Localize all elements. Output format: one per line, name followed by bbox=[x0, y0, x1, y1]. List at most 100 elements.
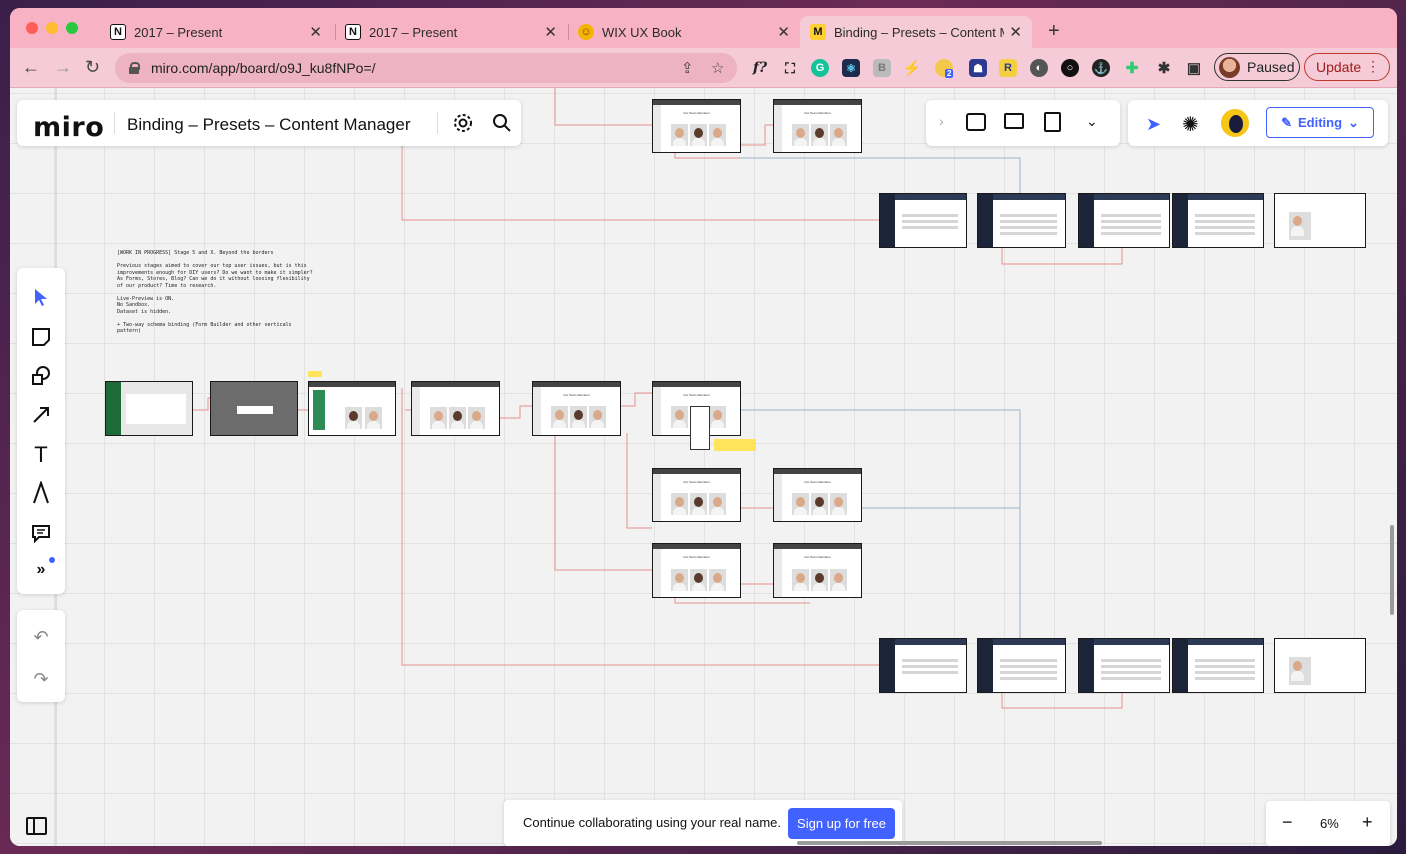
user-avatar[interactable] bbox=[1221, 109, 1249, 137]
add-user-extension-icon[interactable]: ✚ bbox=[1123, 59, 1141, 77]
dashboard-frame[interactable] bbox=[977, 638, 1066, 693]
zoom-in-button[interactable]: + bbox=[1362, 812, 1373, 833]
notes-icon[interactable] bbox=[1044, 112, 1061, 132]
sticky-note-tool[interactable] bbox=[17, 322, 65, 352]
zoom-level[interactable]: 6% bbox=[1320, 816, 1339, 831]
profile-frame[interactable] bbox=[1274, 638, 1366, 693]
board-frame[interactable] bbox=[210, 381, 298, 436]
search-icon[interactable] bbox=[491, 112, 513, 134]
formula-extension-icon[interactable]: f? bbox=[751, 59, 769, 77]
profile-button[interactable]: Paused bbox=[1214, 53, 1300, 81]
editing-mode-button[interactable]: ✎ Editing ⌄ bbox=[1266, 107, 1374, 138]
frames-icon[interactable] bbox=[966, 113, 986, 131]
pen-tool[interactable] bbox=[17, 478, 65, 508]
react-devtools-icon[interactable]: ⚛ bbox=[842, 59, 860, 77]
horizontal-scrollbar[interactable] bbox=[797, 841, 1102, 845]
dropdown-preview bbox=[690, 406, 710, 450]
dashboard-frame[interactable] bbox=[1172, 638, 1264, 693]
board-frame[interactable] bbox=[308, 381, 396, 436]
board-frame[interactable]: Our Team Members bbox=[532, 381, 621, 436]
browser-tab-active[interactable]: M Binding – Presets – Content Ma ✕ bbox=[800, 16, 1032, 48]
zoom-out-button[interactable]: − bbox=[1282, 812, 1293, 833]
reload-icon[interactable]: ↻ bbox=[85, 57, 100, 78]
photo-thumbnail bbox=[690, 569, 707, 591]
comment-tool[interactable] bbox=[17, 518, 65, 548]
close-window-button[interactable] bbox=[26, 22, 38, 34]
more-options-icon[interactable]: ⋮ bbox=[1366, 58, 1380, 75]
dashboard-frame[interactable] bbox=[879, 638, 967, 693]
sticky-note[interactable] bbox=[714, 439, 756, 451]
arrow-icon bbox=[33, 407, 49, 423]
browser-tab[interactable]: N 2017 – Present ✕ bbox=[100, 16, 332, 48]
sign-up-button[interactable]: Sign up for free bbox=[788, 808, 895, 839]
share-icon[interactable]: ⇪ bbox=[681, 59, 694, 77]
text-tool[interactable]: T bbox=[17, 440, 65, 470]
miro-canvas[interactable]: Our Team Members Our Team Members [WORK … bbox=[10, 88, 1397, 846]
address-bar[interactable]: miro.com/app/board/o9J_ku8fNPo=/ bbox=[115, 53, 737, 83]
board-frame[interactable]: Our Team Members bbox=[652, 543, 741, 598]
board-frame[interactable]: Our Team Members bbox=[652, 99, 741, 153]
bookmark-star-icon[interactable]: ☆ bbox=[711, 59, 724, 77]
frame-title: Our Team Members bbox=[804, 480, 831, 484]
profile-frame[interactable] bbox=[1274, 193, 1366, 248]
close-tab-icon[interactable]: ✕ bbox=[777, 23, 790, 41]
frame-title: Our Team Members bbox=[683, 480, 710, 484]
board-title[interactable]: Binding – Presets – Content Manager bbox=[127, 115, 411, 135]
board-frame[interactable] bbox=[105, 381, 193, 436]
connector-line bbox=[500, 405, 532, 419]
r-extension-icon[interactable]: R bbox=[999, 59, 1017, 77]
connector-tool[interactable] bbox=[17, 400, 65, 430]
close-tab-icon[interactable]: ✕ bbox=[544, 23, 557, 41]
photo-thumbnail bbox=[690, 124, 707, 146]
dashboard-frame[interactable] bbox=[879, 193, 967, 248]
emoji-extension-icon[interactable]: 2 bbox=[935, 59, 954, 78]
dashboard-frame[interactable] bbox=[977, 193, 1066, 248]
select-tool[interactable] bbox=[17, 282, 65, 312]
side-panel-icon[interactable]: ▣ bbox=[1185, 59, 1203, 77]
anchor-extension-icon[interactable]: ⚓ bbox=[1092, 59, 1110, 77]
presentation-icon[interactable] bbox=[1004, 113, 1024, 129]
board-frame[interactable]: Our Team Members bbox=[773, 543, 862, 598]
cursor-icon[interactable]: ➤ bbox=[1146, 114, 1161, 135]
browser-tab[interactable]: ☺ WIX UX Book ✕ bbox=[568, 16, 800, 48]
shapes-tool[interactable] bbox=[17, 361, 65, 391]
sticky-note[interactable] bbox=[308, 371, 322, 377]
maximize-window-button[interactable] bbox=[66, 22, 78, 34]
forward-arrow-icon[interactable]: → bbox=[54, 57, 72, 78]
lightning-extension-icon[interactable]: ⚡ bbox=[903, 59, 922, 77]
close-tab-icon[interactable]: ✕ bbox=[309, 23, 322, 41]
connector-line bbox=[740, 157, 1021, 194]
close-tab-icon[interactable]: ✕ bbox=[1009, 23, 1022, 41]
board-frame[interactable]: Our Team Members bbox=[773, 468, 862, 522]
back-arrow-icon[interactable]: ← bbox=[22, 57, 40, 78]
grammarly-extension-icon[interactable]: G bbox=[811, 59, 829, 77]
dashboard-frame[interactable] bbox=[1078, 638, 1170, 693]
miro-logo[interactable]: miro bbox=[33, 112, 104, 143]
puzzle-extensions-icon[interactable]: ✱ bbox=[1155, 59, 1173, 77]
photo-thumbnail bbox=[1289, 212, 1311, 240]
dashboard-frame[interactable] bbox=[1078, 193, 1170, 248]
minimize-window-button[interactable] bbox=[46, 22, 58, 34]
redo-button[interactable]: ↷ bbox=[17, 664, 65, 694]
board-frame[interactable] bbox=[411, 381, 500, 436]
ghost-extension-icon[interactable]: ☗ bbox=[969, 59, 987, 77]
dashboard-frame[interactable] bbox=[1172, 193, 1264, 248]
board-frame[interactable]: Our Team Members bbox=[773, 99, 862, 153]
chevron-right-icon[interactable]: › bbox=[939, 113, 944, 129]
vertical-scrollbar[interactable] bbox=[1390, 525, 1394, 615]
update-button[interactable]: Update ⋮ bbox=[1304, 53, 1390, 81]
chevron-double-down-icon[interactable]: ⌄ bbox=[1086, 113, 1098, 130]
settings-gear-icon[interactable] bbox=[452, 112, 474, 134]
b-extension-icon[interactable]: B bbox=[873, 59, 891, 77]
text-note[interactable]: [WORK IN PROGRESS] Stage 5 and X. Beyond… bbox=[117, 250, 317, 335]
reactions-icon[interactable]: ✺ bbox=[1182, 112, 1199, 137]
undo-button[interactable]: ↶ bbox=[17, 622, 65, 652]
circle-extension-icon[interactable]: ◐ bbox=[1030, 59, 1048, 77]
screenshot-extension-icon[interactable]: ⛶ bbox=[781, 59, 799, 77]
board-sidebar-toggle-icon[interactable] bbox=[26, 817, 47, 835]
more-tools-button[interactable]: » bbox=[17, 555, 65, 585]
ring-extension-icon[interactable]: ○ bbox=[1061, 59, 1079, 77]
board-frame[interactable]: Our Team Members bbox=[652, 468, 741, 522]
new-tab-button[interactable]: + bbox=[1048, 20, 1060, 43]
browser-tab[interactable]: N 2017 – Present ✕ bbox=[335, 16, 567, 48]
